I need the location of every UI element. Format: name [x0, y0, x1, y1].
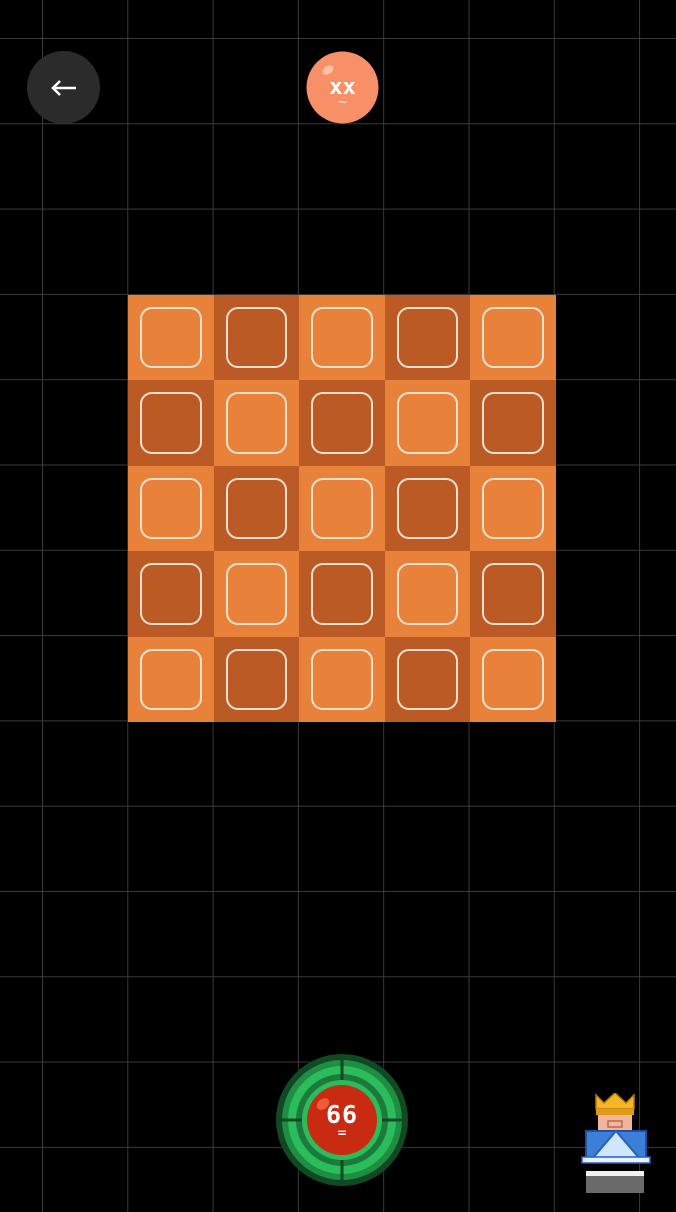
tile-outline: [311, 648, 373, 710]
board-tile[interactable]: [384, 380, 471, 466]
board-tile[interactable]: [470, 295, 556, 381]
tile-outline: [482, 392, 544, 454]
board-tile[interactable]: [384, 551, 471, 637]
board-tile[interactable]: [470, 380, 556, 466]
tile-outline: [311, 563, 373, 625]
board-tile[interactable]: [299, 295, 385, 381]
tile-outline: [225, 477, 288, 540]
tile-outline: [311, 392, 373, 454]
king-crown-icon: [581, 1091, 651, 1193]
tile-outline: [140, 563, 202, 625]
board-tile[interactable]: [384, 465, 471, 552]
tile-outline: [482, 477, 544, 540]
board-tile[interactable]: [470, 465, 556, 552]
tile-outline: [396, 648, 459, 710]
tile-outline: [482, 648, 544, 710]
board-tile[interactable]: [213, 465, 300, 552]
tile-outline: [311, 477, 373, 540]
board-tile[interactable]: [384, 636, 471, 722]
tile-outline: [225, 307, 288, 369]
board-tile[interactable]: [128, 465, 214, 552]
tile-outline: [311, 307, 373, 369]
board-tile[interactable]: [470, 636, 556, 722]
tile-outline: [140, 477, 202, 540]
dizzy-face-icon: xx ~: [306, 51, 379, 124]
tile-outline: [396, 307, 459, 369]
tile-outline: [225, 563, 288, 625]
move-counter-button[interactable]: 66 =: [275, 1053, 409, 1187]
board-tile[interactable]: [470, 551, 556, 637]
game-board: [128, 295, 556, 722]
tile-outline: [140, 307, 202, 369]
left-arrow-icon: [50, 79, 76, 96]
board-tile[interactable]: [384, 295, 471, 381]
board-tile[interactable]: [213, 380, 300, 466]
board-tile[interactable]: [213, 295, 300, 381]
board-tile[interactable]: [213, 636, 300, 722]
tile-outline: [396, 563, 459, 625]
tile-outline: [482, 563, 544, 625]
status-face-token: xx ~: [306, 51, 379, 124]
face-mouth: ~: [337, 95, 347, 109]
board-tile[interactable]: [128, 551, 214, 637]
tile-outline: [482, 307, 544, 369]
tile-outline: [140, 392, 202, 454]
board-tile[interactable]: [128, 380, 214, 466]
tile-outline: [396, 392, 459, 454]
board-tile[interactable]: [128, 295, 214, 381]
king-button[interactable]: [578, 1091, 652, 1197]
board-tile[interactable]: [128, 636, 214, 722]
board-tile[interactable]: [299, 636, 385, 722]
board-tile[interactable]: [213, 551, 300, 637]
board-tile[interactable]: [299, 465, 385, 552]
back-button[interactable]: [27, 51, 100, 124]
tile-outline: [225, 648, 288, 710]
board-tile[interactable]: [299, 551, 385, 637]
tile-outline: [225, 392, 288, 454]
tile-outline: [140, 648, 202, 710]
board-tile[interactable]: [299, 380, 385, 466]
move-counter-symbol: =: [336, 1126, 348, 1140]
tile-outline: [396, 477, 459, 540]
